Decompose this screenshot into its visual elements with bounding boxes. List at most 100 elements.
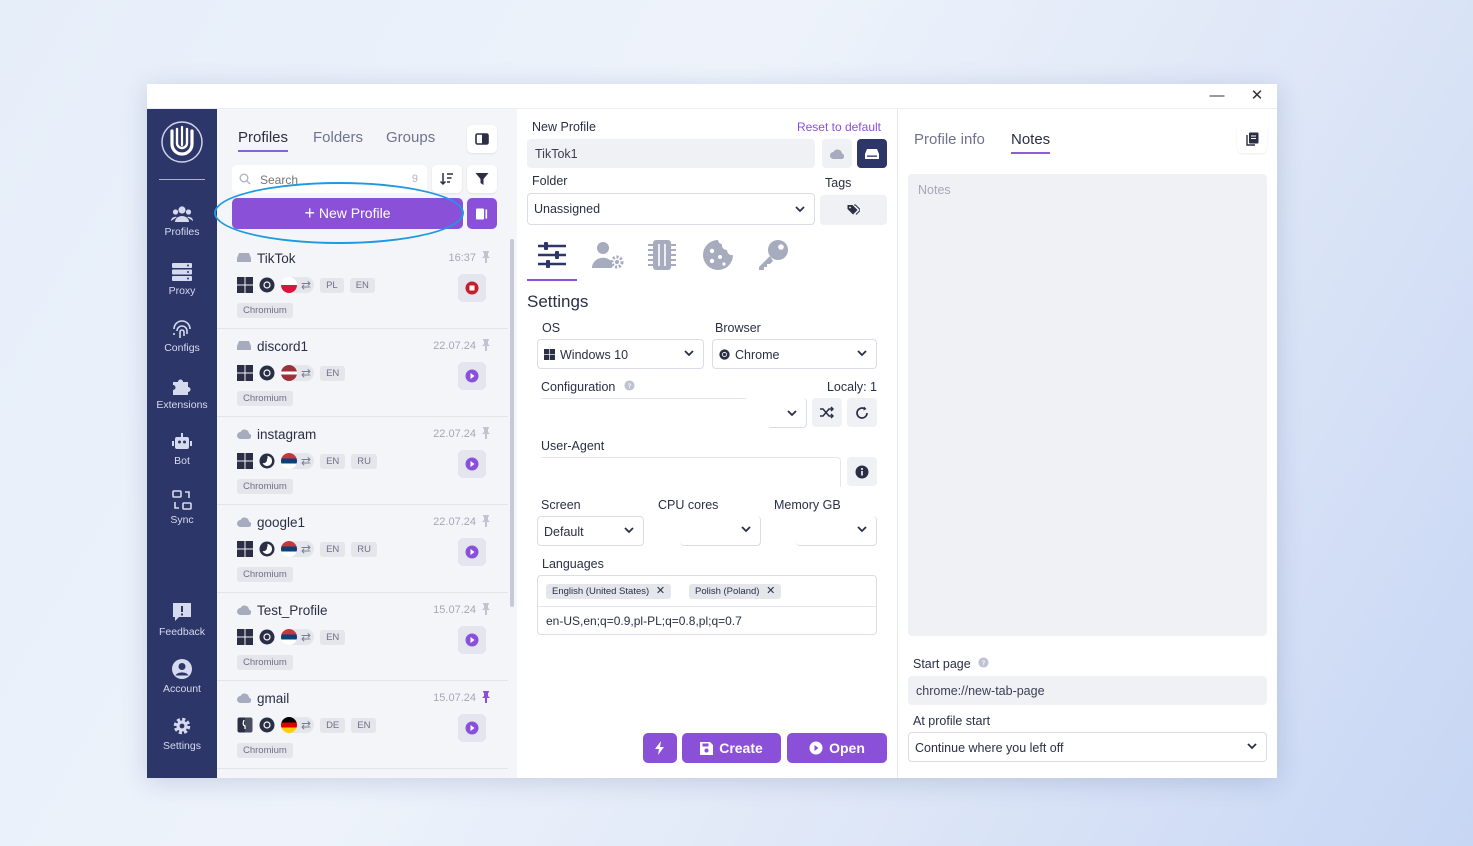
pin-icon[interactable] [482, 339, 490, 351]
users-icon [171, 206, 193, 222]
play-icon [809, 741, 823, 755]
language-chip: PL [320, 277, 344, 293]
os-select[interactable]: Windows 10 [537, 339, 704, 369]
at-profile-start-select[interactable]: Continue where you left off [908, 732, 1267, 762]
profile-row[interactable]: Test_Profile 15.07.24 ⇄ EN Chromium [217, 593, 508, 681]
pin-icon[interactable] [482, 691, 490, 703]
browser-chip: Chromium [237, 391, 293, 406]
cloud-storage-button[interactable] [822, 139, 852, 168]
cookie-icon[interactable] [702, 239, 734, 271]
play-icon [465, 633, 479, 647]
user-agent-input[interactable] [541, 457, 841, 487]
play-icon [465, 369, 479, 383]
profile-name-input[interactable]: TikTok1 [527, 139, 815, 168]
windows-icon [237, 453, 253, 469]
tags-button[interactable] [820, 195, 887, 225]
profile-row[interactable]: gmail 15.07.24 ⇄ DE EN Chromium [217, 681, 508, 769]
reset-to-default-link[interactable]: Reset to default [797, 120, 881, 134]
configuration-select[interactable] [769, 398, 807, 428]
profile-row[interactable]: TikTok 16:37 ⇄ PL EN Chromium [217, 241, 508, 329]
profile-attributes: ⇄ EN RU [237, 541, 377, 557]
open-button[interactable]: Open [787, 733, 887, 763]
highlight-annotation [214, 182, 464, 244]
sidebar-item-account[interactable]: Account [147, 658, 217, 695]
user-agent-label: User-Agent [541, 439, 605, 453]
copy-icon [1245, 132, 1258, 146]
start-page-value: chrome://new-tab-page [916, 684, 1045, 698]
tab-folders[interactable]: Folders [313, 129, 363, 146]
cpu-cores-select[interactable] [680, 516, 761, 546]
user-agent-info-button[interactable] [847, 457, 877, 486]
hardware-chip-icon[interactable] [648, 239, 676, 271]
memory-select[interactable] [796, 516, 877, 546]
close-window-button[interactable]: ✕ [1242, 86, 1272, 106]
user-gear-icon[interactable] [592, 241, 624, 269]
language-chip[interactable]: English (United States) ✕ [546, 584, 672, 599]
local-storage-button[interactable] [857, 139, 887, 168]
toggle-panel-button[interactable] [467, 125, 497, 153]
sidebar-item-settings[interactable]: Settings [147, 715, 217, 752]
play-button[interactable] [458, 714, 486, 742]
profile-attributes: ⇄ EN [237, 629, 346, 645]
title-bar: — ✕ [147, 84, 1277, 109]
tab-profiles[interactable]: Profiles [238, 129, 289, 152]
browser-value: Chrome [735, 348, 780, 362]
play-button[interactable] [458, 362, 486, 390]
pin-icon[interactable] [482, 603, 490, 615]
tab-notes[interactable]: Notes [1011, 131, 1051, 154]
sidebar-item-profiles[interactable]: Profiles [147, 205, 217, 238]
filter-button[interactable] [467, 165, 497, 193]
minimize-button[interactable]: — [1202, 86, 1232, 106]
sidebar-item-sync[interactable]: Sync [147, 489, 217, 526]
key-icon[interactable] [757, 239, 789, 271]
languages-box[interactable]: English (United States) ✕ Polish (Poland… [537, 575, 877, 635]
pin-icon[interactable] [482, 427, 490, 439]
quick-create-button[interactable] [643, 733, 677, 763]
play-button[interactable] [458, 626, 486, 654]
app-window: — ✕ Profiles Proxy Configs Extensions Bo… [147, 84, 1277, 778]
tab-groups[interactable]: Groups [386, 129, 435, 146]
settings-category-tab-active[interactable] [527, 239, 577, 281]
notes-textarea[interactable]: Notes [908, 174, 1267, 636]
play-icon [465, 545, 479, 559]
play-button[interactable] [458, 538, 486, 566]
sidebar-item-proxy[interactable]: Proxy [147, 262, 217, 297]
profile-row[interactable]: google1 22.07.24 ⇄ EN RU Chromium [217, 505, 508, 593]
close-icon[interactable]: ✕ [656, 585, 665, 597]
stop-button[interactable] [458, 274, 486, 302]
close-icon[interactable]: ✕ [766, 585, 775, 597]
info-icon [855, 465, 869, 478]
language-chip[interactable]: Polish (Poland) ✕ [689, 584, 782, 599]
profile-row[interactable]: discord1 22.07.24 ⇄ EN Chromium [217, 329, 508, 417]
browser-chip: Chromium [237, 303, 293, 318]
profiles-scrollbar[interactable] [510, 239, 514, 607]
screen-select[interactable]: Default [537, 516, 644, 546]
play-button[interactable] [458, 450, 486, 478]
help-icon[interactable]: ? [978, 657, 989, 668]
profile-date: 22.07.24 [433, 340, 476, 352]
shuffle-config-button[interactable] [812, 398, 842, 427]
panel-icon [475, 133, 489, 145]
sidebar-label: Settings [163, 740, 201, 752]
folder-select[interactable]: Unassigned [527, 193, 815, 225]
profile-row[interactable]: instagram 22.07.24 ⇄ EN RU Chromium [217, 417, 508, 505]
help-icon[interactable]: ? [624, 380, 635, 391]
pin-icon[interactable] [482, 251, 490, 263]
save-icon [700, 741, 714, 755]
sidebar-item-configs[interactable]: Configs [147, 319, 217, 354]
pin-icon[interactable] [482, 515, 490, 527]
cloud-icon [237, 517, 251, 527]
sidebar-item-extensions[interactable]: Extensions [147, 376, 217, 411]
start-page-input[interactable]: chrome://new-tab-page [908, 676, 1267, 705]
refresh-config-button[interactable] [847, 398, 877, 427]
copy-notes-button[interactable] [1237, 125, 1267, 153]
browser-select[interactable]: Chrome [712, 339, 877, 369]
configuration-divider [541, 398, 746, 399]
create-button[interactable]: Create [682, 733, 781, 763]
sort-button[interactable] [432, 165, 462, 193]
sidebar-item-feedback[interactable]: Feedback [147, 601, 217, 638]
accept-language-value[interactable]: en-US,en;q=0.9,pl-PL;q=0.8,pl;q=0.7 [546, 614, 742, 628]
quick-profile-button[interactable] [467, 198, 497, 229]
tab-profile-info[interactable]: Profile info [914, 131, 985, 148]
sidebar-item-bot[interactable]: Bot [147, 432, 217, 467]
